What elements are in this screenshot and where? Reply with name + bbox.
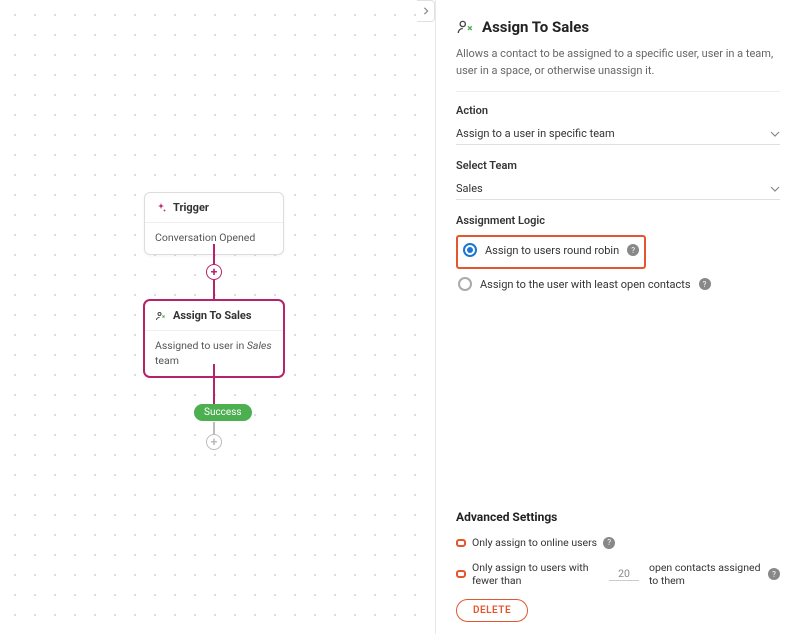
radio-indicator <box>463 243 477 257</box>
node-trigger-title: Trigger <box>173 201 209 214</box>
node-assign-title: Assign To Sales <box>173 309 252 322</box>
fewer-than-input[interactable] <box>609 567 639 581</box>
chevron-right-icon <box>422 7 430 15</box>
chevron-down-icon <box>770 184 780 194</box>
delete-button[interactable]: DELETE <box>456 599 528 622</box>
panel-title: Assign To Sales <box>482 18 589 36</box>
assign-icon <box>456 18 474 36</box>
divider <box>456 91 780 92</box>
collapse-panel-button[interactable] <box>417 0 435 22</box>
toggle-online-label: Only assign to online users <box>472 536 597 549</box>
team-label: Select Team <box>456 159 780 172</box>
add-node-button[interactable]: + <box>206 264 222 280</box>
chevron-down-icon <box>770 129 780 139</box>
sparkle-icon <box>155 202 167 214</box>
action-label: Action <box>456 104 780 117</box>
advanced-settings-title: Advanced Settings <box>456 510 780 524</box>
edge <box>213 364 215 404</box>
radio-least-open[interactable]: Assign to the user with least open conta… <box>456 273 780 295</box>
details-panel: Assign To Sales Allows a contact to be a… <box>435 0 800 634</box>
action-select[interactable]: Assign to a user in specific team <box>456 123 780 145</box>
help-icon[interactable]: ? <box>627 244 639 256</box>
radio-round-robin[interactable]: Assign to users round robin ? <box>461 239 641 261</box>
add-node-button[interactable]: + <box>206 434 222 450</box>
assign-icon <box>155 310 167 322</box>
help-icon[interactable]: ? <box>603 537 615 549</box>
edge <box>213 244 215 266</box>
workflow-canvas[interactable]: Trigger Conversation Opened + Assign To … <box>0 0 417 634</box>
help-icon[interactable]: ? <box>768 568 780 580</box>
logic-label: Assignment Logic <box>456 214 780 227</box>
success-badge: Success <box>194 404 252 421</box>
help-icon[interactable]: ? <box>699 278 711 290</box>
team-select[interactable]: Sales <box>456 178 780 200</box>
radio-indicator <box>458 277 472 291</box>
panel-description: Allows a contact to be assigned to a spe… <box>456 46 780 79</box>
edge <box>213 280 215 300</box>
